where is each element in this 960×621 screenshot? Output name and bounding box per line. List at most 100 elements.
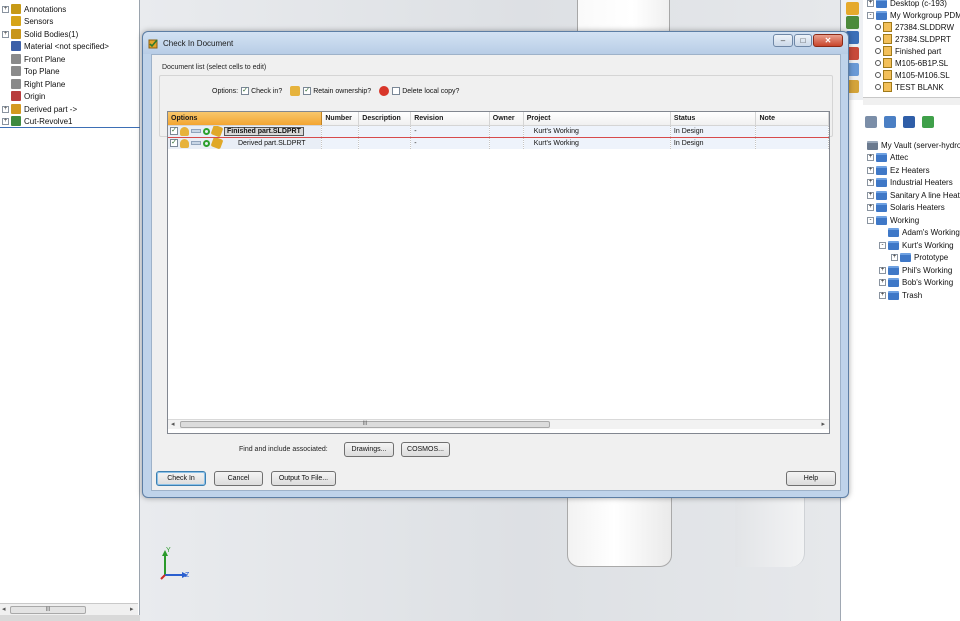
check-in-checkbox[interactable]: ✓ — [241, 87, 250, 95]
column-header-number[interactable]: Number — [321, 112, 360, 126]
grid-scroll-thumb[interactable]: III — [180, 421, 550, 428]
tree-scroll-thumb[interactable]: III — [10, 606, 86, 614]
expand-toggle-icon[interactable]: + — [867, 0, 874, 7]
file-name[interactable]: Derived part.SLDPRT — [224, 140, 306, 147]
expand-toggle-icon[interactable]: + — [867, 154, 874, 161]
vault-item[interactable]: + Trash — [879, 289, 922, 301]
home-tab-icon[interactable] — [846, 2, 859, 15]
tree-item[interactable]: + Cut-Revolve1 — [2, 115, 72, 127]
vault-item[interactable]: + Bob's Working — [879, 277, 953, 289]
column-header-note[interactable]: Note — [755, 112, 829, 126]
scroll-right-arrow-icon[interactable]: ▸ — [821, 420, 825, 428]
save-icon[interactable] — [903, 116, 915, 128]
explorer-item[interactable]: 27384.SLDPRT — [875, 33, 951, 45]
owner-cell[interactable] — [489, 125, 524, 138]
expand-toggle-icon[interactable]: + — [2, 5, 9, 13]
tree-item[interactable]: Material <not specified> — [2, 40, 109, 52]
expand-toggle-icon[interactable]: + — [867, 179, 874, 186]
table-row[interactable]: ✓ Derived part.SLDPRT - Kurt's Working I… — [168, 137, 829, 149]
check-in-button[interactable]: Check In — [156, 471, 206, 486]
refresh-icon[interactable] — [865, 116, 877, 128]
vault-item[interactable]: + Phil's Working — [879, 264, 952, 276]
vault-item[interactable]: + Solaris Heaters — [867, 202, 945, 214]
column-header-project[interactable]: Project — [523, 112, 671, 126]
vault-item[interactable]: + Ez Heaters — [867, 164, 930, 176]
options-cell[interactable]: ✓ Finished part.SLDPRT — [168, 125, 323, 138]
vault-item[interactable]: + Attec — [867, 152, 908, 164]
expand-toggle-icon[interactable]: + — [2, 105, 9, 113]
expand-toggle-icon[interactable]: + — [879, 291, 886, 299]
status-cell[interactable]: In Design — [670, 137, 757, 149]
column-header-revision[interactable]: Revision — [410, 112, 490, 126]
vault-item[interactable]: + Industrial Heaters — [867, 177, 953, 189]
row-check-in-checkbox[interactable]: ✓ — [170, 127, 178, 135]
drawings-button[interactable]: Drawings... — [344, 442, 394, 457]
explorer-item[interactable]: + Desktop (c-193) — [867, 0, 947, 9]
description-cell[interactable] — [358, 125, 412, 138]
tree-rollback-bar[interactable] — [0, 127, 140, 128]
project-cell[interactable]: Kurt's Working — [523, 137, 671, 149]
explorer-item[interactable]: M105-M106.SL — [875, 69, 950, 81]
vault-item[interactable]: + Sanitary A line Heaters — [867, 189, 960, 201]
explorer-item[interactable]: TEST BLANK — [875, 81, 944, 93]
owner-cell[interactable] — [489, 137, 524, 149]
scroll-right-arrow-icon[interactable]: ▸ — [130, 605, 134, 613]
revision-cell[interactable]: - — [410, 125, 490, 138]
close-button[interactable]: ✕ — [813, 34, 843, 47]
vault-item[interactable]: - Working — [867, 214, 919, 226]
explorer-item[interactable]: 27384.SLDDRW — [875, 21, 954, 33]
expand-toggle-icon[interactable]: - — [879, 241, 886, 249]
vault-item[interactable]: My Vault (server-hydro) — [867, 139, 960, 151]
number-cell[interactable] — [321, 137, 360, 149]
note-cell[interactable] — [755, 125, 829, 138]
project-cell[interactable]: Kurt's Working — [523, 125, 671, 138]
column-header-status[interactable]: Status — [670, 112, 757, 126]
tree-item[interactable]: + Annotations — [2, 3, 66, 15]
help-button[interactable]: Help — [786, 471, 836, 486]
expand-toggle-icon[interactable]: + — [2, 117, 9, 125]
column-header-owner[interactable]: Owner — [489, 112, 524, 126]
revision-cell[interactable]: - — [410, 137, 490, 149]
expand-toggle-icon[interactable]: - — [867, 216, 874, 224]
help-icon[interactable] — [884, 116, 896, 128]
explorer-item[interactable]: - My Workgroup PDM — [867, 9, 960, 21]
status-cell[interactable]: In Design — [670, 125, 757, 138]
row-check-in-checkbox[interactable]: ✓ — [170, 139, 178, 148]
expand-toggle-icon[interactable]: + — [867, 166, 874, 174]
vault-item[interactable]: Adam's Working — [879, 227, 960, 239]
note-cell[interactable] — [755, 137, 829, 149]
expand-toggle-icon[interactable]: + — [2, 30, 9, 38]
tree-item[interactable]: Origin — [2, 90, 45, 102]
number-cell[interactable] — [321, 125, 360, 138]
retain-ownership-checkbox[interactable]: ✓ — [303, 87, 312, 95]
expand-toggle-icon[interactable]: + — [879, 266, 886, 274]
tree-item[interactable]: Top Plane — [2, 65, 60, 77]
cosmos-button[interactable]: COSMOS... — [401, 442, 450, 457]
tree-item[interactable]: + Derived part -> — [2, 103, 77, 115]
table-row[interactable]: ✓ Finished part.SLDPRT - Kurt's Working … — [168, 125, 829, 138]
maximize-button[interactable]: □ — [794, 34, 812, 47]
tree-item[interactable]: Right Plane — [2, 78, 65, 90]
minimize-button[interactable]: – — [773, 34, 793, 47]
tree-item[interactable]: Front Plane — [2, 53, 65, 65]
explorer-horizontal-scrollbar[interactable] — [863, 97, 960, 105]
expand-toggle-icon[interactable]: + — [867, 191, 874, 199]
delete-local-copy-checkbox[interactable] — [392, 87, 401, 95]
expand-toggle-icon[interactable]: + — [867, 204, 874, 211]
resources-tab-icon[interactable] — [846, 16, 859, 29]
tree-item[interactable]: + Solid Bodies(1) — [2, 28, 78, 40]
expand-toggle-icon[interactable]: + — [879, 279, 886, 286]
file-name[interactable]: Finished part.SLDPRT — [224, 126, 304, 136]
cancel-button[interactable]: Cancel — [214, 471, 263, 486]
options-icon[interactable] — [922, 116, 934, 128]
column-header-description[interactable]: Description — [358, 112, 412, 126]
tree-item[interactable]: Sensors — [2, 15, 53, 27]
vault-item[interactable]: + Prototype — [891, 252, 948, 264]
tree-horizontal-scrollbar[interactable]: ◂ III ▸ — [0, 603, 138, 615]
explorer-item[interactable]: M105-6B1P.SL — [875, 57, 948, 69]
scroll-left-arrow-icon[interactable]: ◂ — [2, 605, 6, 613]
explorer-item[interactable]: Finished part — [875, 45, 941, 57]
scroll-left-arrow-icon[interactable]: ◂ — [171, 420, 175, 428]
dialog-titlebar[interactable]: Check In Document – □ ✕ — [143, 32, 848, 54]
output-to-file-button[interactable]: Output To File... — [271, 471, 336, 486]
